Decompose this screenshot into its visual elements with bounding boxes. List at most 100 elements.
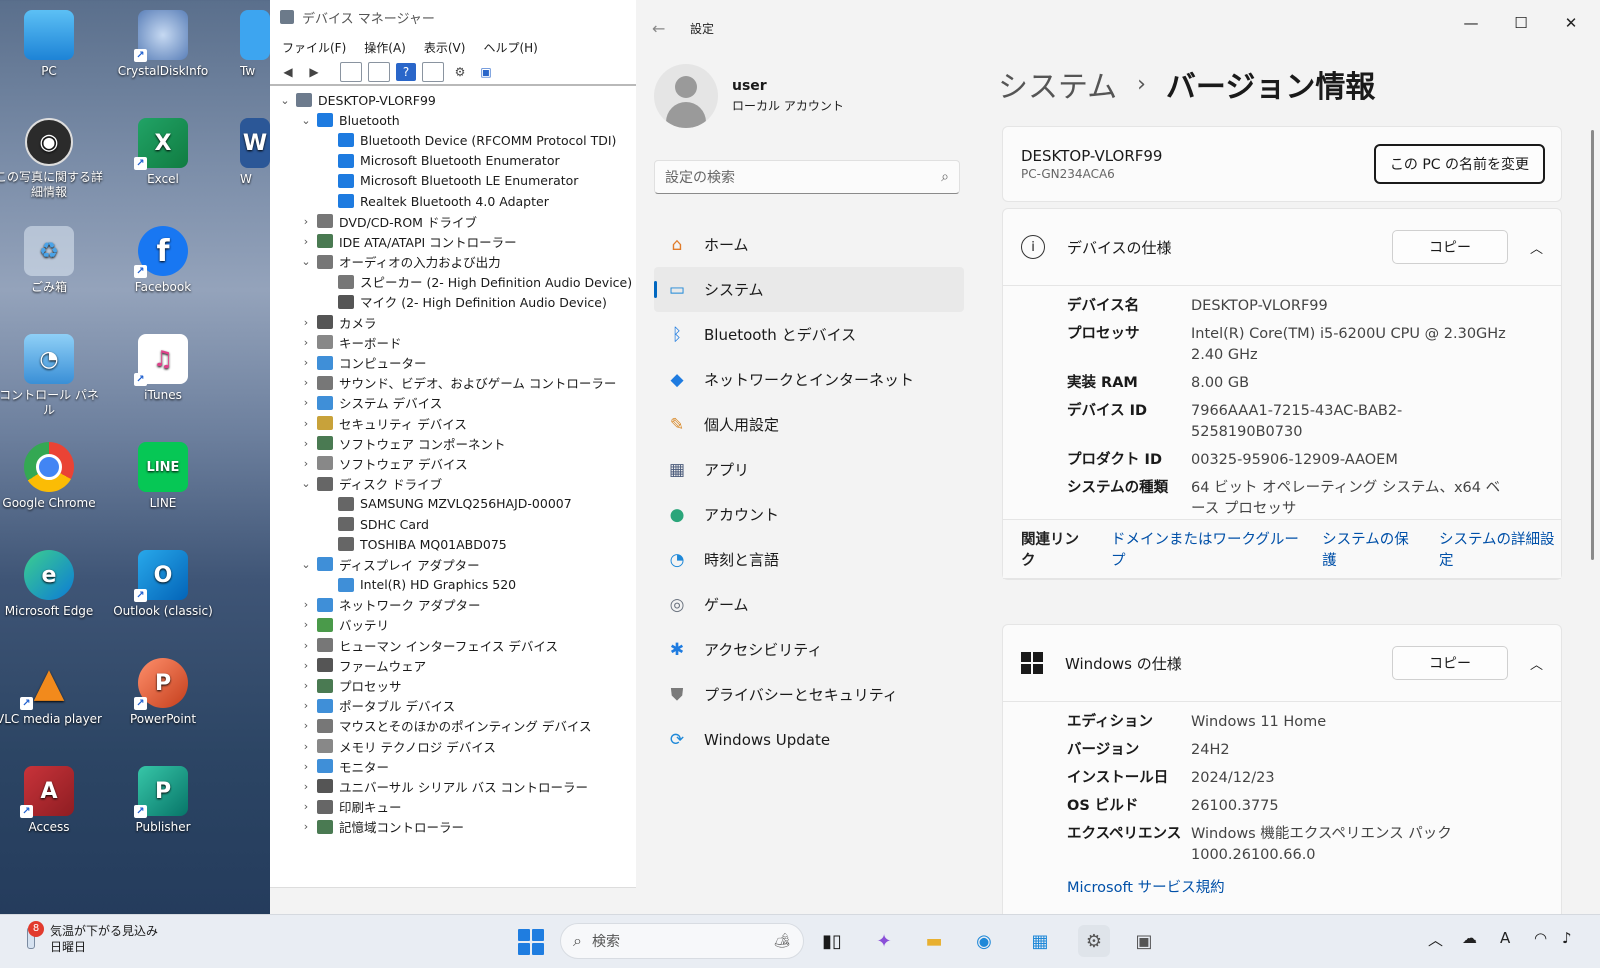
device-tree-item[interactable]: › 印刷キュー xyxy=(270,797,636,817)
scan-hardware-icon[interactable]: ⚙ xyxy=(450,63,470,81)
device-tree-item[interactable]: › 記憶域コントローラー xyxy=(270,817,636,837)
spec-value[interactable]: 24H2 xyxy=(1191,740,1511,761)
desktop-icon-pc[interactable]: PC xyxy=(0,10,104,79)
spec-value[interactable]: Intel(R) Core(TM) i5-6200U CPU @ 2.30GHz… xyxy=(1191,324,1511,366)
device-tree-item[interactable]: Microsoft Bluetooth Enumerator xyxy=(270,151,636,171)
monitor-icon[interactable]: ▣ xyxy=(476,63,496,81)
device-tree-item[interactable]: SDHC Card xyxy=(270,514,636,534)
chevron-right-icon[interactable]: › xyxy=(299,336,313,349)
copy-device-spec-button[interactable]: コピー xyxy=(1391,230,1508,264)
settings-search-input[interactable]: 設定の検索 ⌕ xyxy=(654,160,960,194)
details-icon[interactable] xyxy=(422,62,444,82)
chevron-down-icon[interactable]: ⌄ xyxy=(299,114,313,127)
menu-view[interactable]: 表示(V) xyxy=(424,39,466,56)
nav-item[interactable]: ◎ ゲーム xyxy=(654,582,964,627)
nav-item[interactable]: ⛊ プライバシーとセキュリティ xyxy=(654,672,964,717)
chevron-right-icon[interactable]: › xyxy=(299,417,313,430)
weather-widget[interactable]: 8 気温が下がる見込み 日曜日 xyxy=(18,921,158,955)
desktop-icon-facebook[interactable]: f Facebook xyxy=(108,226,218,295)
spec-value[interactable]: 7966AAA1-7215-43AC-BAB2-5258190B0730 xyxy=(1191,401,1511,443)
settings-icon[interactable]: ⚙ xyxy=(1078,925,1110,957)
back-arrow-icon[interactable]: ← xyxy=(652,19,676,38)
menu-action[interactable]: 操作(A) xyxy=(364,39,406,56)
chevron-right-icon[interactable]: › xyxy=(299,598,313,611)
device-tree-item[interactable]: › ソフトウェア デバイス xyxy=(270,453,636,473)
device-tree-item[interactable]: › セキュリティ デバイス xyxy=(270,413,636,433)
minimize-icon[interactable]: — xyxy=(1448,8,1494,38)
desktop-icon-publisher[interactable]: P Publisher xyxy=(108,766,218,835)
ime-icon[interactable]: A xyxy=(1500,929,1510,947)
nav-item[interactable]: ✱ アクセシビリティ xyxy=(654,627,964,672)
chevron-down-icon[interactable]: ⌄ xyxy=(299,558,313,571)
nav-item[interactable]: ▦ アプリ xyxy=(654,447,964,492)
device-tree-item[interactable]: Realtek Bluetooth 4.0 Adapter xyxy=(270,191,636,211)
device-tree-item[interactable]: › マウスとそのほかのポインティング デバイス xyxy=(270,716,636,736)
device-tree-item[interactable]: › ヒューマン インターフェイス デバイス xyxy=(270,635,636,655)
chevron-right-icon[interactable]: › xyxy=(299,396,313,409)
spec-value[interactable]: Windows 11 Home xyxy=(1191,712,1511,733)
wifi-icon[interactable]: ◠ xyxy=(1534,929,1547,947)
device-tree-item[interactable]: Bluetooth Device (RFCOMM Protocol TDI) xyxy=(270,130,636,150)
chevron-right-icon[interactable]: › xyxy=(299,780,313,793)
desktop-icon-access[interactable]: A Access xyxy=(0,766,104,835)
device-tree-item[interactable]: › ファームウェア xyxy=(270,655,636,675)
device-tree-item[interactable]: マイク (2- High Definition Audio Device) xyxy=(270,292,636,312)
device-tree-item[interactable]: Microsoft Bluetooth LE Enumerator xyxy=(270,171,636,191)
chevron-up-icon[interactable]: ︿ xyxy=(1530,238,1543,257)
nav-item[interactable]: ⌂ ホーム xyxy=(654,222,964,267)
chevron-right-icon[interactable]: › xyxy=(299,437,313,450)
task-view-icon[interactable]: ▮▯ xyxy=(816,925,848,957)
chevron-up-icon[interactable]: ︿ xyxy=(1530,654,1543,673)
desktop-icon-outlook[interactable]: O Outlook (classic) xyxy=(108,550,218,619)
desktop-icon-excel[interactable]: X Excel xyxy=(108,118,218,187)
nav-item[interactable]: ◆ ネットワークとインターネット xyxy=(654,357,964,402)
onedrive-icon[interactable]: ☁ xyxy=(1462,929,1477,947)
device-tree-item[interactable]: スピーカー (2- High Definition Audio Device) xyxy=(270,272,636,292)
device-tree-item[interactable]: ⌄ ディスプレイ アダプター xyxy=(270,554,636,574)
chevron-right-icon[interactable]: › xyxy=(299,639,313,652)
desktop-icon-partial-word[interactable]: W W xyxy=(240,118,270,187)
device-tree-item[interactable]: › ポータブル デバイス xyxy=(270,696,636,716)
breadcrumb-parent[interactable]: システム xyxy=(998,62,1117,106)
file-explorer-icon[interactable]: ▬ xyxy=(918,925,950,957)
device-tree-item[interactable]: › コンピューター xyxy=(270,352,636,372)
scrollbar[interactable] xyxy=(1591,130,1594,560)
chevron-down-icon[interactable]: ⌄ xyxy=(278,94,292,107)
user-profile[interactable]: user ローカル アカウント xyxy=(654,64,844,128)
link-system-protection[interactable]: システムの保護 xyxy=(1322,528,1417,570)
nav-item[interactable]: ▭ システム xyxy=(654,267,964,312)
chevron-right-icon[interactable]: › xyxy=(299,235,313,248)
desktop-icon-photo-info[interactable]: ◉ この写真に関する詳細情報 xyxy=(0,118,104,200)
desktop-icon-itunes[interactable]: ♫ iTunes xyxy=(108,334,218,403)
chevron-right-icon[interactable]: › xyxy=(299,376,313,389)
close-icon[interactable]: ✕ xyxy=(1548,8,1594,38)
chevron-up-icon[interactable]: ︿ xyxy=(1428,929,1443,950)
chevron-right-icon[interactable]: › xyxy=(299,356,313,369)
device-tree-item[interactable]: › メモリ テクノロジ デバイス xyxy=(270,736,636,756)
chevron-right-icon[interactable]: › xyxy=(299,215,313,228)
device-tree-item[interactable]: ⌄ DESKTOP-VLORF99 xyxy=(270,90,636,110)
device-tree-item[interactable]: Intel(R) HD Graphics 520 xyxy=(270,575,636,595)
spec-value[interactable]: 2024/12/23 xyxy=(1191,768,1511,789)
copy-windows-spec-button[interactable]: コピー xyxy=(1391,646,1508,680)
spec-value[interactable]: DESKTOP-VLORF99 xyxy=(1191,296,1511,317)
edge-icon[interactable]: ◉ xyxy=(968,925,1000,957)
store-icon[interactable]: ▦ xyxy=(1024,925,1056,957)
chevron-down-icon[interactable]: ⌄ xyxy=(299,255,313,268)
help-icon[interactable]: ? xyxy=(396,63,416,81)
chevron-right-icon[interactable]: › xyxy=(299,820,313,833)
device-tree-item[interactable]: › システム デバイス xyxy=(270,393,636,413)
maximize-icon[interactable]: ☐ xyxy=(1498,8,1544,38)
chevron-right-icon[interactable]: › xyxy=(299,699,313,712)
link-advanced-settings[interactable]: システムの詳細設定 xyxy=(1439,528,1561,570)
nav-item[interactable]: ✎ 個人用設定 xyxy=(654,402,964,447)
taskbar-search[interactable]: ⌕ 検索 🏕 xyxy=(560,923,804,959)
desktop-icon-control-panel[interactable]: ◔ コントロール パネル xyxy=(0,334,104,418)
device-tree-item[interactable]: TOSHIBA MQ01ABD075 xyxy=(270,534,636,554)
properties-icon[interactable] xyxy=(340,62,362,82)
device-tree-item[interactable]: › バッテリ xyxy=(270,615,636,635)
device-tree-item[interactable]: › サウンド、ビデオ、およびゲーム コントローラー xyxy=(270,373,636,393)
chevron-right-icon[interactable]: › xyxy=(299,316,313,329)
chevron-right-icon[interactable]: › xyxy=(299,659,313,672)
chevron-right-icon[interactable]: › xyxy=(299,760,313,773)
